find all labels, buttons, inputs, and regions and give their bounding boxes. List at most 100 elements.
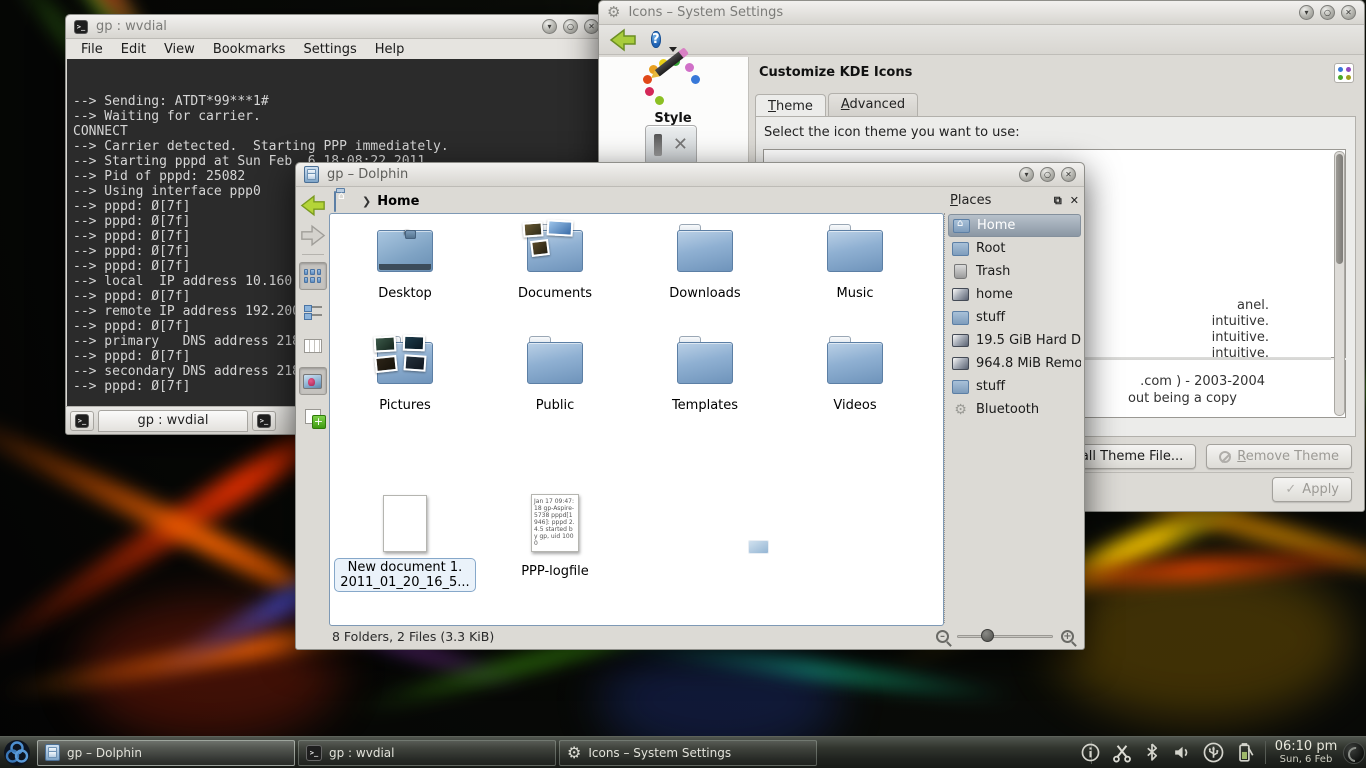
- preview-toggle-button[interactable]: [299, 367, 327, 395]
- sidebar-item-style[interactable]: Style: [599, 63, 747, 126]
- places-item[interactable]: Home: [948, 214, 1081, 237]
- menu-item[interactable]: Help: [368, 41, 412, 58]
- places-header: Places: [950, 193, 991, 208]
- folder-label: Public: [480, 398, 630, 413]
- places-item-label: Trash: [976, 264, 1010, 279]
- folder-view[interactable]: Desktop Documents Downloads: [329, 213, 944, 626]
- remove-theme-button[interactable]: Remove Theme: [1206, 444, 1352, 469]
- breadcrumb-separator-icon: ❯: [362, 195, 371, 208]
- places-item[interactable]: Trash: [948, 260, 1081, 283]
- places-item-icon: [952, 242, 969, 256]
- back-button[interactable]: [300, 194, 326, 217]
- volume-icon[interactable]: [1172, 743, 1191, 762]
- task-button[interactable]: Icons – System Settings: [559, 740, 817, 766]
- icons-view-icon: [304, 269, 322, 283]
- zoom-out-icon[interactable]: –: [936, 630, 949, 643]
- scrollbar-thumb[interactable]: [1336, 154, 1343, 264]
- folder-item[interactable]: Music: [780, 220, 930, 332]
- minimize-button[interactable]: ▾: [1299, 5, 1314, 20]
- icons-view-button[interactable]: [299, 262, 327, 290]
- forward-button[interactable]: [300, 224, 326, 247]
- klipper-scissors-icon[interactable]: [1112, 743, 1132, 763]
- detach-panel-button[interactable]: ⧉: [1054, 194, 1062, 208]
- folder-icon: [377, 342, 433, 384]
- menu-item[interactable]: Bookmarks: [206, 41, 293, 58]
- menu-item[interactable]: Settings: [296, 41, 363, 58]
- places-item[interactable]: 19.5 GiB Hard Drive: [948, 329, 1081, 352]
- folder-item[interactable]: Videos: [780, 332, 930, 444]
- usb-device-icon[interactable]: [1203, 742, 1224, 763]
- clock[interactable]: 06:10 pm Sun, 6 Feb: [1268, 740, 1344, 765]
- places-item[interactable]: 964.8 MiB Remov...: [948, 352, 1081, 375]
- apply-button[interactable]: ✓ Apply: [1272, 477, 1352, 502]
- task-button[interactable]: gp : wvdial: [298, 740, 556, 766]
- folder-item[interactable]: Desktop: [330, 220, 480, 332]
- terminal-icon: [75, 414, 89, 428]
- task-button[interactable]: gp – Dolphin: [37, 740, 295, 766]
- folder-item[interactable]: Pictures: [330, 332, 480, 444]
- tab-theme[interactable]: Theme: [755, 94, 826, 118]
- places-item[interactable]: Bluetooth: [948, 398, 1081, 421]
- folder-icon: [377, 230, 433, 272]
- folder-item[interactable]: Templates: [630, 332, 780, 444]
- places-item-icon: [952, 264, 969, 279]
- zoom-slider[interactable]: [957, 629, 1053, 643]
- places-item[interactable]: stuff: [948, 375, 1081, 398]
- folder-icon: [827, 230, 883, 272]
- minimize-button[interactable]: ▾: [1019, 167, 1034, 182]
- places-item-label: 964.8 MiB Remov...: [976, 356, 1081, 371]
- file-item-ppp-logfile[interactable]: Jan 17 09:47:18 gp-Aspire-5738 pppd[1946…: [480, 492, 630, 579]
- breadcrumb-home-button[interactable]: [334, 192, 356, 211]
- status-text: 8 Folders, 2 Files (3.3 KiB): [332, 629, 494, 644]
- app-launcher-button[interactable]: [0, 738, 34, 768]
- menu-item[interactable]: View: [157, 41, 202, 58]
- desktop: gp : wvdial ▾ ○ ✕ FileEditViewBookmarksS…: [0, 0, 1366, 768]
- bluetooth-icon[interactable]: [1144, 743, 1160, 762]
- file-item-new-document[interactable]: New document 1. 2011_01_20_16_5...: [330, 492, 480, 592]
- info-icon[interactable]: [1081, 743, 1100, 762]
- help-button[interactable]: ?: [651, 28, 675, 52]
- tab-advanced[interactable]: Advanced: [828, 93, 918, 117]
- details-view-button[interactable]: [299, 297, 327, 325]
- battery-icon[interactable]: [1236, 742, 1254, 763]
- panel-cashew-button[interactable]: [1343, 742, 1365, 764]
- places-item[interactable]: home: [948, 283, 1081, 306]
- back-button[interactable]: [609, 28, 637, 52]
- columns-view-button[interactable]: [299, 332, 327, 360]
- folder-label: Pictures: [330, 398, 480, 413]
- close-button[interactable]: ✕: [584, 19, 599, 34]
- terminal-tab[interactable]: gp : wvdial: [98, 410, 248, 432]
- folder-item[interactable]: Public: [480, 332, 630, 444]
- folder-item[interactable]: Documents: [480, 220, 630, 332]
- scrollbar[interactable]: [1334, 151, 1345, 416]
- zoom-slider-handle[interactable]: [981, 629, 994, 642]
- file-label-selected: New document 1. 2011_01_20_16_5...: [334, 558, 475, 592]
- maximize-button[interactable]: ○: [563, 19, 578, 34]
- terminal-titlebar[interactable]: gp : wvdial ▾ ○ ✕: [66, 15, 607, 39]
- breadcrumb-root[interactable]: Home: [377, 194, 419, 209]
- zoom-in-icon[interactable]: +: [1061, 630, 1074, 643]
- sidebar-item-workspace-icon[interactable]: [645, 125, 697, 165]
- dolphin-statusbar: 8 Folders, 2 Files (3.3 KiB) – +: [296, 623, 1084, 649]
- tab-list-button[interactable]: [252, 411, 276, 431]
- terminal-line: --> Waiting for carrier.: [73, 109, 600, 124]
- split-view-button[interactable]: [299, 402, 327, 430]
- close-panel-button[interactable]: ✕: [1070, 194, 1079, 208]
- maximize-button[interactable]: ○: [1320, 5, 1335, 20]
- menu-item[interactable]: File: [74, 41, 110, 58]
- folder-item[interactable]: Downloads: [630, 220, 780, 332]
- dolphin-app-icon: [304, 166, 319, 183]
- places-item-icon: [952, 311, 969, 325]
- places-item[interactable]: stuff: [948, 306, 1081, 329]
- system-settings-titlebar[interactable]: ⚙ Icons – System Settings ▾ ○ ✕: [599, 1, 1364, 25]
- file-label: PPP-logfile: [480, 564, 630, 579]
- close-button[interactable]: ✕: [1341, 5, 1356, 20]
- minimize-button[interactable]: ▾: [542, 19, 557, 34]
- menu-item[interactable]: Edit: [114, 41, 153, 58]
- places-item[interactable]: Root: [948, 237, 1081, 260]
- close-button[interactable]: ✕: [1061, 167, 1076, 182]
- task-icon: [45, 744, 60, 761]
- dolphin-titlebar[interactable]: gp – Dolphin ▾ ○ ✕: [296, 163, 1084, 187]
- maximize-button[interactable]: ○: [1040, 167, 1055, 182]
- new-tab-button[interactable]: [70, 411, 94, 431]
